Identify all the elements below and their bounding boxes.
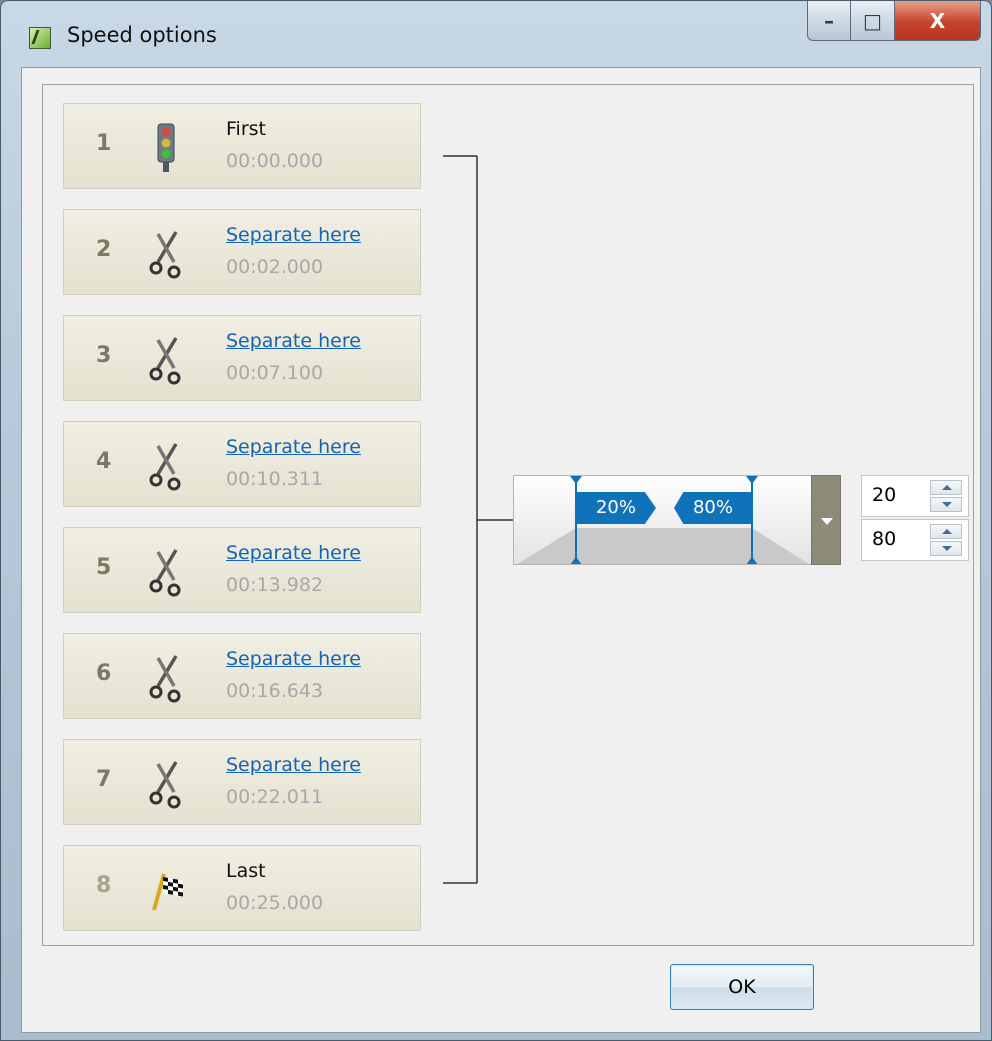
start-percent-value[interactable]: 20 <box>872 484 896 506</box>
speed-options-window: Speed options – □ X 1 First 00:00.000 2 Sepa… <box>0 0 992 1041</box>
end-spin-down-button[interactable] <box>930 541 962 556</box>
start-spin-up-button[interactable] <box>930 480 962 495</box>
start-spin-down-button[interactable] <box>930 497 962 512</box>
maximize-button[interactable]: □ <box>851 1 895 41</box>
speed-end-handle[interactable]: 80% <box>674 492 752 524</box>
end-percent-value[interactable]: 80 <box>872 528 896 550</box>
window-controls: – □ X <box>807 1 981 41</box>
speed-curve-graph <box>514 476 812 564</box>
dialog-body: 1 First 00:00.000 2 Separate here 00:02.000 3 S… <box>21 67 981 1033</box>
end-percent-spinner[interactable]: 80 <box>861 519 969 561</box>
end-spin-up-button[interactable] <box>930 524 962 539</box>
window-title: Speed options <box>67 23 217 47</box>
minimize-button[interactable]: – <box>807 1 851 41</box>
close-button[interactable]: X <box>895 1 981 41</box>
speed-start-handle[interactable]: 20% <box>576 492 656 524</box>
speed-curve-control[interactable]: 20% 80% <box>513 475 813 565</box>
curve-dropdown-button[interactable] <box>811 475 841 565</box>
title-bar[interactable]: Speed options – □ X <box>1 1 991 73</box>
app-icon <box>29 27 51 49</box>
start-spin-buttons <box>930 480 962 512</box>
start-percent-spinner[interactable]: 20 <box>861 475 969 517</box>
segments-panel: 1 First 00:00.000 2 Separate here 00:02.000 3 S… <box>42 84 974 946</box>
ok-button[interactable]: OK <box>670 964 814 1010</box>
end-spin-buttons <box>930 524 962 556</box>
